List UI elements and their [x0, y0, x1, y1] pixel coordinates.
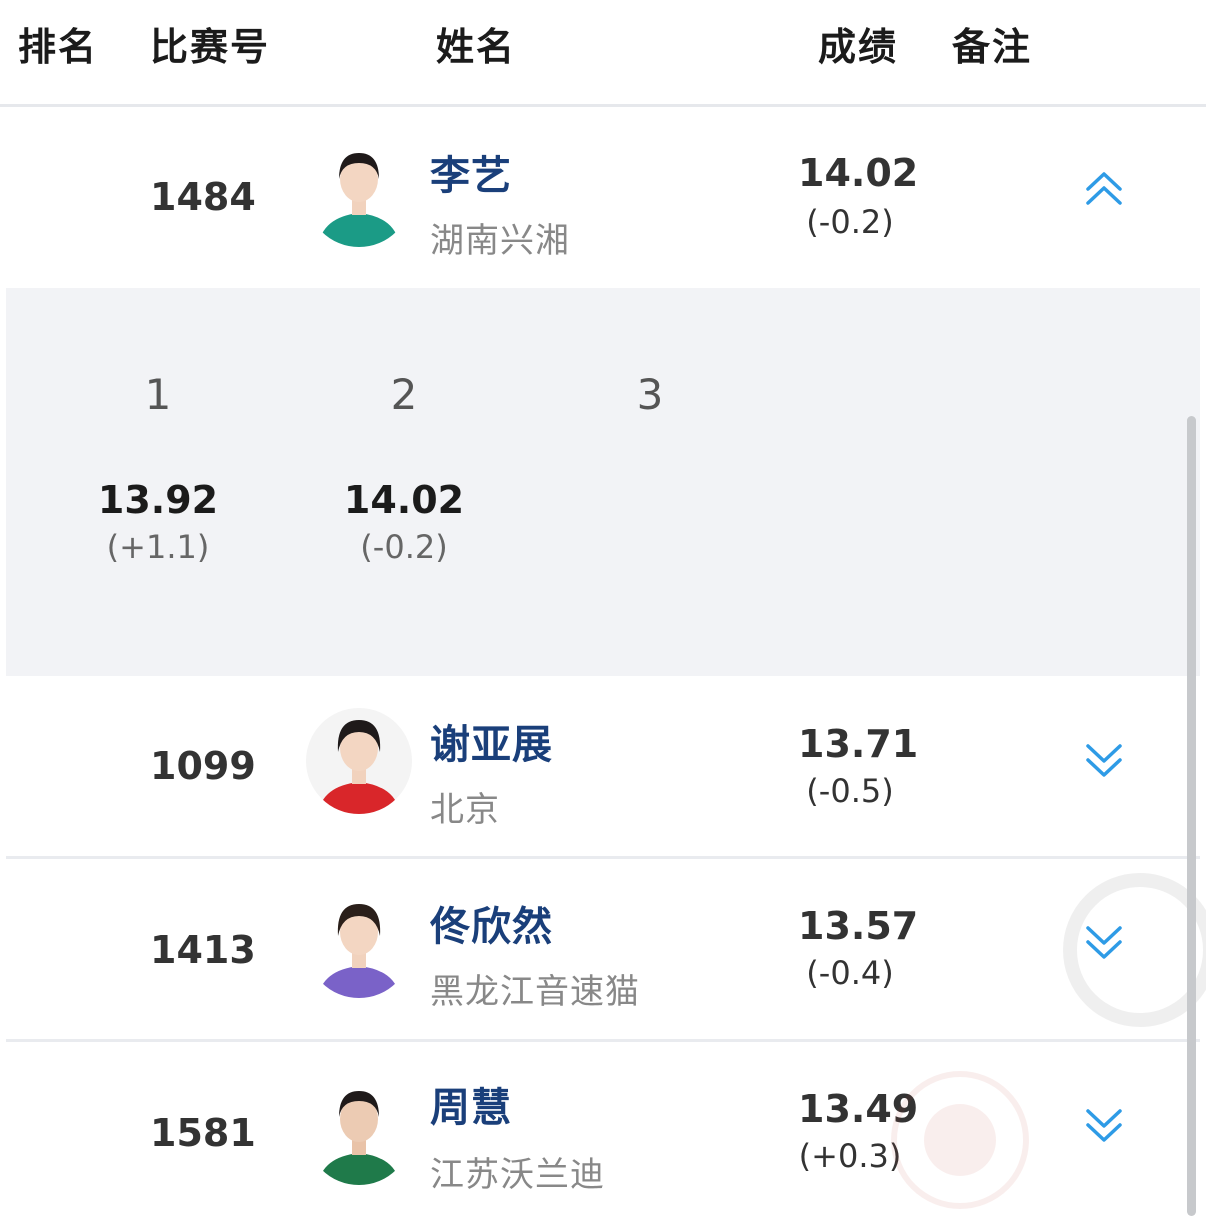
bib-number: 1484 — [150, 175, 256, 219]
wind-value: (-0.2) — [806, 203, 894, 241]
attempt-result: 13.92 — [97, 478, 219, 522]
athlete-avatar — [306, 892, 412, 998]
attempt-wind: (+1.1) — [106, 528, 210, 566]
athlete-name[interactable]: 李艺 — [430, 143, 512, 201]
rank-column-header: 排名 — [18, 25, 99, 69]
bib-number: 1413 — [150, 928, 256, 972]
chevron-double-down-icon[interactable] — [1084, 740, 1124, 780]
chevron-double-down-icon[interactable] — [1084, 1105, 1124, 1145]
athlete-name[interactable]: 周慧 — [430, 1075, 512, 1133]
athlete-name[interactable]: 谢亚展 — [430, 712, 553, 770]
scrollbar[interactable] — [1187, 416, 1196, 1216]
athlete-team: 湖南兴湘 — [430, 221, 570, 261]
athlete-name[interactable]: 佟欣然 — [430, 894, 553, 952]
table-row[interactable]: 1484 李艺 湖南兴湘 14.02 (-0.2) — [6, 107, 1200, 287]
attempt-label: 3 — [636, 370, 664, 419]
bib-number: 1581 — [150, 1111, 256, 1155]
attempt-label: 2 — [390, 370, 418, 419]
watermark-logo — [1063, 873, 1206, 1027]
result-column-header: 成绩 — [818, 25, 899, 69]
athlete-avatar — [306, 708, 412, 814]
attempt-label: 1 — [144, 370, 172, 419]
wind-value: (-0.5) — [806, 772, 894, 810]
table-row[interactable]: 1099 谢亚展 北京 13.71 (-0.5) — [6, 678, 1200, 856]
row-divider — [6, 856, 1200, 859]
result-value: 13.57 — [798, 904, 919, 948]
wind-value: (-0.4) — [806, 954, 894, 992]
athlete-team: 黑龙江音速猫 — [430, 972, 640, 1012]
bib-column-header: 比赛号 — [150, 25, 271, 69]
chevron-double-up-icon[interactable] — [1084, 169, 1124, 209]
result-value: 13.71 — [798, 722, 919, 766]
watermark-seal — [891, 1071, 1029, 1209]
athlete-team: 江苏沃兰迪 — [430, 1155, 605, 1195]
results-table-header: 排名 比赛号 姓名 成绩 备注 — [0, 0, 1206, 107]
attempt-result: 14.02 — [343, 478, 465, 522]
result-value: 14.02 — [798, 151, 919, 195]
attempts-panel: 1 2 3 13.92 (+1.1) 14.02 (-0.2) — [6, 288, 1200, 676]
athlete-team: 北京 — [430, 790, 500, 830]
athlete-avatar — [306, 141, 412, 247]
bib-number: 1099 — [150, 744, 256, 788]
note-column-header: 备注 — [952, 25, 1033, 69]
attempt-wind: (-0.2) — [360, 528, 448, 566]
athlete-avatar — [306, 1079, 412, 1185]
name-column-header: 姓名 — [436, 25, 517, 69]
